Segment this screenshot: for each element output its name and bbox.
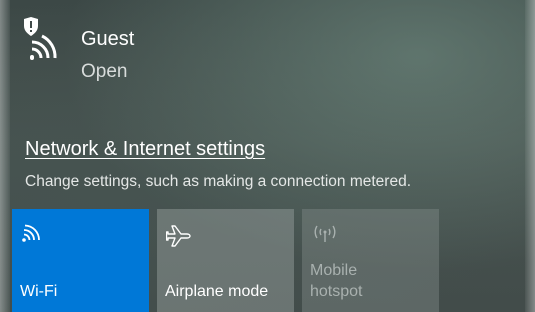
- network-status: Open: [81, 61, 128, 82]
- network-settings-description: Change settings, such as making a connec…: [25, 173, 412, 190]
- airplane-tile-label: Airplane mode: [165, 283, 269, 300]
- wifi-secure-warning-icon: [24, 17, 57, 60]
- network-name: Guest: [81, 28, 135, 50]
- hotspot-icon: [314, 225, 336, 242]
- hotspot-tile-label: Mobile hotspot: [310, 260, 362, 302]
- network-list-item[interactable]: Guest Open: [14, 12, 254, 92]
- wifi-toggle-tile[interactable]: Wi-Fi: [12, 209, 149, 312]
- hotspot-label-line-1: Mobile: [310, 262, 358, 279]
- mobile-hotspot-tile[interactable]: Mobile hotspot: [302, 209, 439, 312]
- wifi-icon: [22, 224, 40, 242]
- network-settings-link[interactable]: Network & Internet settings: [25, 136, 265, 162]
- flyout-right-edge: [525, 0, 535, 312]
- network-flyout: Guest Open Network & Internet settings C…: [0, 0, 535, 312]
- airplane-icon: [166, 225, 191, 247]
- airplane-mode-tile[interactable]: Airplane mode: [157, 209, 294, 312]
- wifi-tile-label: Wi-Fi: [20, 283, 58, 300]
- hotspot-label-line-2: hotspot: [310, 283, 363, 300]
- flyout-left-edge: [0, 0, 10, 312]
